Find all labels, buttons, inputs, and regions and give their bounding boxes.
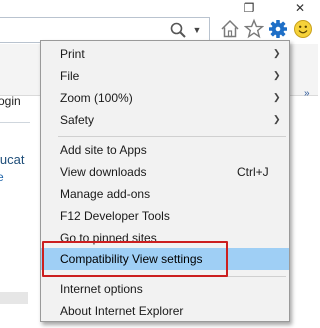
page-element-fragment xyxy=(0,292,28,304)
tools-menu: Print ❯ File ❯ Zoom (100%) ❯ Safety ❯ Ad… xyxy=(40,40,290,322)
star-icon[interactable] xyxy=(243,18,265,40)
menu-separator xyxy=(58,136,286,137)
magnifier-icon[interactable] xyxy=(169,21,187,39)
menu-item-add-site-to-apps[interactable]: Add site to Apps xyxy=(41,139,289,161)
page-text-fragment: e xyxy=(0,170,4,184)
menu-item-file[interactable]: File ❯ xyxy=(41,65,289,87)
submenu-arrow-icon: ❯ xyxy=(273,92,281,102)
menu-item-label: F12 Developer Tools xyxy=(60,209,170,223)
menu-item-developer-tools[interactable]: F12 Developer Tools xyxy=(41,205,289,227)
menu-item-label: File xyxy=(60,69,80,83)
content-divider xyxy=(0,122,30,123)
chevron-more-icon[interactable]: » xyxy=(304,88,310,99)
menu-separator xyxy=(58,276,286,277)
menu-item-label: About Internet Explorer xyxy=(60,304,184,318)
menu-item-label: View downloads xyxy=(60,165,147,179)
gear-icon[interactable] xyxy=(268,18,288,40)
submenu-arrow-icon: ❯ xyxy=(273,114,281,124)
menu-item-shortcut: Ctrl+J xyxy=(237,165,269,179)
page-heading-fragment: lucat xyxy=(0,152,25,167)
submenu-arrow-icon: ❯ xyxy=(273,70,281,80)
menu-item-pinned-sites[interactable]: Go to pinned sites xyxy=(41,227,289,249)
restore-window-button[interactable]: ❐ xyxy=(236,0,262,16)
menu-item-safety[interactable]: Safety ❯ xyxy=(41,109,289,131)
close-window-button[interactable]: ✕ xyxy=(287,0,313,16)
menu-item-manage-add-ons[interactable]: Manage add-ons xyxy=(41,183,289,205)
menu-item-label: Print xyxy=(60,47,85,61)
menu-item-print[interactable]: Print ❯ xyxy=(41,43,289,65)
menu-item-label: Go to pinned sites xyxy=(60,231,157,245)
menu-item-label: Zoom (100%) xyxy=(60,91,133,105)
submenu-arrow-icon: ❯ xyxy=(273,48,281,58)
smiley-icon[interactable] xyxy=(293,18,313,40)
address-dropdown-icon[interactable]: ▼ xyxy=(191,23,203,37)
menu-item-label: Compatibility View settings xyxy=(60,252,203,266)
menu-item-about-internet-explorer[interactable]: About Internet Explorer xyxy=(41,300,289,322)
menu-item-label: Safety xyxy=(60,113,95,127)
menu-item-internet-options[interactable]: Internet options xyxy=(41,278,289,300)
menu-item-zoom[interactable]: Zoom (100%) ❯ xyxy=(41,87,289,109)
title-bar: ❐ ✕ xyxy=(0,0,318,16)
page-tab-label[interactable]: ogin xyxy=(0,94,21,108)
menu-item-label: Add site to Apps xyxy=(60,143,147,157)
menu-item-compatibility-view-settings[interactable]: Compatibility View settings xyxy=(41,248,289,270)
menu-item-label: Manage add-ons xyxy=(60,187,151,201)
menu-item-label: Internet options xyxy=(60,282,143,296)
home-icon[interactable] xyxy=(220,18,240,40)
menu-item-view-downloads[interactable]: View downloads Ctrl+J xyxy=(41,161,289,183)
